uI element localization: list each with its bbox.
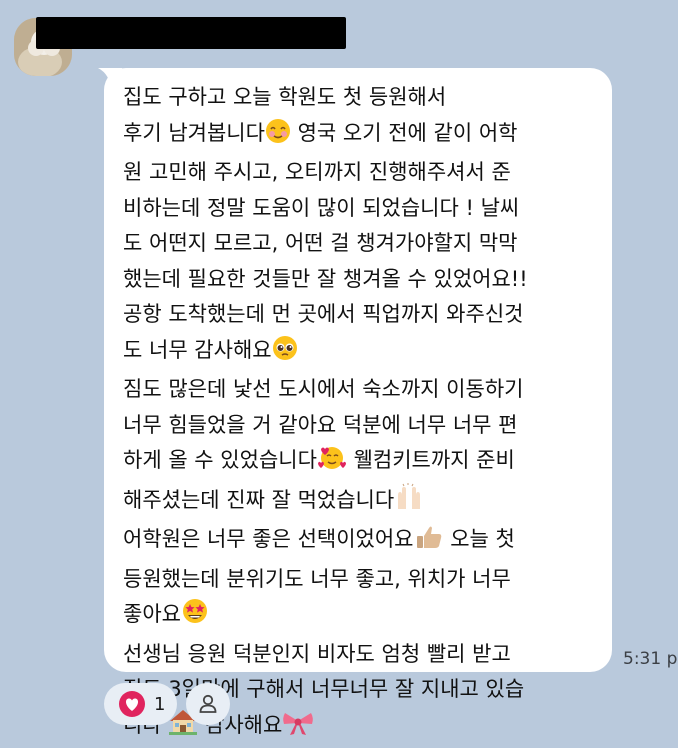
message-line: 도 어떤지 모르고, 어떤 걸 챙겨가야할지 막막 [123,231,518,255]
person-icon [196,692,220,720]
message-timestamp: 5:31 p [623,649,678,669]
star-struck-icon [181,597,209,637]
message-line: 영국 오기 전에 같이 어학 [290,120,518,145]
message-line: 하게 올 수 있었습니다 [123,448,317,472]
message-text: 집도 구하고 오늘 학원도 첫 등원해서 후기 남겨봅니다 영국 오기 전에 같… [123,80,603,747]
message-line: 짐도 많은데 낯선 도시에서 숙소까지 이동하기 [123,377,524,401]
message-line: 좋아요 [123,602,181,626]
message-line: 해주셨는데 진짜 잘 먹었습니다 [123,487,395,512]
message-line: 너무 힘들었을 거 같아요 덕분에 너무 너무 편 [123,412,518,437]
sender-name-redacted [36,17,346,49]
pleading-face-icon [272,335,298,373]
thumbs-up-icon [414,524,444,562]
add-reaction-button[interactable] [186,683,230,725]
message-line: 도 너무 감사해요 [123,337,272,362]
reaction-count: 1 [154,693,166,715]
message-line: 후기 남겨봅니다 [123,120,265,145]
message-line: 어학원은 너무 좋은 선택이었어요 [123,527,414,551]
message-line: 공항 도착했는데 먼 곳에서 픽업까지 와주신것 [123,302,524,326]
smiling-face-icon [265,118,291,156]
message-line: 선생님 응원 덕분인지 비자도 엄청 빨리 받고 [123,641,511,666]
heart-icon [118,690,146,718]
message-line: 원 고민해 주시고, 오티까지 진행해주셔서 준 [123,160,511,184]
ribbon-icon [282,710,314,748]
message-line: 비하는데 정말 도움이 많이 되었습니다 ! 날씨 [123,195,520,220]
raising-hands-icon [394,482,424,523]
smiling-face-with-hearts-icon [317,445,347,483]
message-line: 집도 구하고 오늘 학원도 첫 등원해서 [123,85,447,109]
message-line: 집도 3일만에 구해서 너무너무 잘 지내고 있습 [123,677,525,701]
message-line: 등원했는데 분위기도 너무 좋고, 위치가 너무 [123,566,511,591]
heart-reaction-button[interactable]: 1 [104,683,177,725]
message-line: 했는데 필요한 것들만 잘 챙겨올 수 있었어요!! [123,266,528,291]
message-line: 오늘 첫 [443,527,515,551]
message-line: 웰컴키트까지 준비 [346,448,515,472]
